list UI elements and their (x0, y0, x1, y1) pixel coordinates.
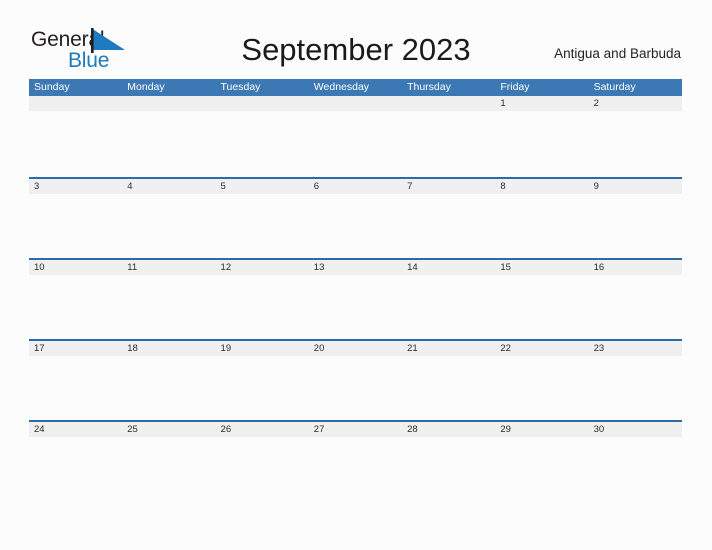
day-cell[interactable]: 14 (402, 260, 495, 275)
day-cell[interactable]: 24 (29, 422, 122, 437)
day-cell[interactable]: 2 (589, 96, 682, 111)
day-cell[interactable] (29, 96, 122, 111)
week-number-band: 1 2 (29, 96, 682, 111)
day-cell[interactable]: 11 (122, 260, 215, 275)
week-row: 1 2 (29, 96, 682, 177)
week-body (29, 437, 682, 501)
weekday-monday: Monday (127, 81, 165, 93)
day-cell[interactable]: 12 (216, 260, 309, 275)
day-cell[interactable]: 10 (29, 260, 122, 275)
day-cell[interactable] (402, 96, 495, 111)
day-cell[interactable]: 26 (216, 422, 309, 437)
calendar-grid: Sunday Monday Tuesday Wednesday Thursday… (29, 79, 682, 501)
weekday-header-row: Sunday Monday Tuesday Wednesday Thursday… (29, 79, 682, 96)
week-number-band: 17 18 19 20 21 22 23 (29, 341, 682, 356)
week-body (29, 111, 682, 177)
week-number-band: 24 25 26 27 28 29 30 (29, 422, 682, 437)
week-body (29, 194, 682, 258)
week-number-band: 10 11 12 13 14 15 16 (29, 260, 682, 275)
week-body (29, 356, 682, 420)
day-cell[interactable]: 18 (122, 341, 215, 356)
day-cell[interactable]: 21 (402, 341, 495, 356)
day-cell[interactable]: 7 (402, 179, 495, 194)
weekday-friday: Friday (500, 81, 530, 93)
day-cell[interactable]: 1 (495, 96, 588, 111)
day-cell[interactable]: 16 (589, 260, 682, 275)
weekday-thursday: Thursday (407, 81, 451, 93)
day-cell[interactable]: 20 (309, 341, 402, 356)
day-cell[interactable] (309, 96, 402, 111)
day-cell[interactable]: 8 (495, 179, 588, 194)
day-cell[interactable] (216, 96, 309, 111)
week-number-band: 3 4 5 6 7 8 9 (29, 179, 682, 194)
week-body (29, 275, 682, 339)
day-cell[interactable]: 29 (495, 422, 588, 437)
week-row: 3 4 5 6 7 8 9 (29, 177, 682, 258)
week-row: 17 18 19 20 21 22 23 (29, 339, 682, 420)
day-cell[interactable]: 25 (122, 422, 215, 437)
day-cell[interactable]: 27 (309, 422, 402, 437)
week-row: 24 25 26 27 28 29 30 (29, 420, 682, 501)
day-cell[interactable]: 13 (309, 260, 402, 275)
day-cell[interactable]: 9 (589, 179, 682, 194)
week-row: 10 11 12 13 14 15 16 (29, 258, 682, 339)
day-cell[interactable]: 5 (216, 179, 309, 194)
day-cell[interactable]: 17 (29, 341, 122, 356)
day-cell[interactable]: 30 (589, 422, 682, 437)
day-cell[interactable]: 22 (495, 341, 588, 356)
weekday-wednesday: Wednesday (313, 81, 370, 93)
weekday-saturday: Saturday (593, 81, 636, 93)
day-cell[interactable]: 4 (122, 179, 215, 194)
day-cell[interactable]: 28 (402, 422, 495, 437)
weekday-sunday: Sunday (34, 81, 70, 93)
weekday-tuesday: Tuesday (220, 81, 261, 93)
day-cell[interactable]: 19 (216, 341, 309, 356)
day-cell[interactable] (122, 96, 215, 111)
day-cell[interactable]: 15 (495, 260, 588, 275)
page-header: General Blue September 2023 Antigua and … (0, 0, 712, 78)
country-label: Antigua and Barbuda (554, 46, 681, 61)
calendar-page: General Blue September 2023 Antigua and … (0, 0, 712, 550)
day-cell[interactable]: 6 (309, 179, 402, 194)
day-cell[interactable]: 23 (589, 341, 682, 356)
day-cell[interactable]: 3 (29, 179, 122, 194)
